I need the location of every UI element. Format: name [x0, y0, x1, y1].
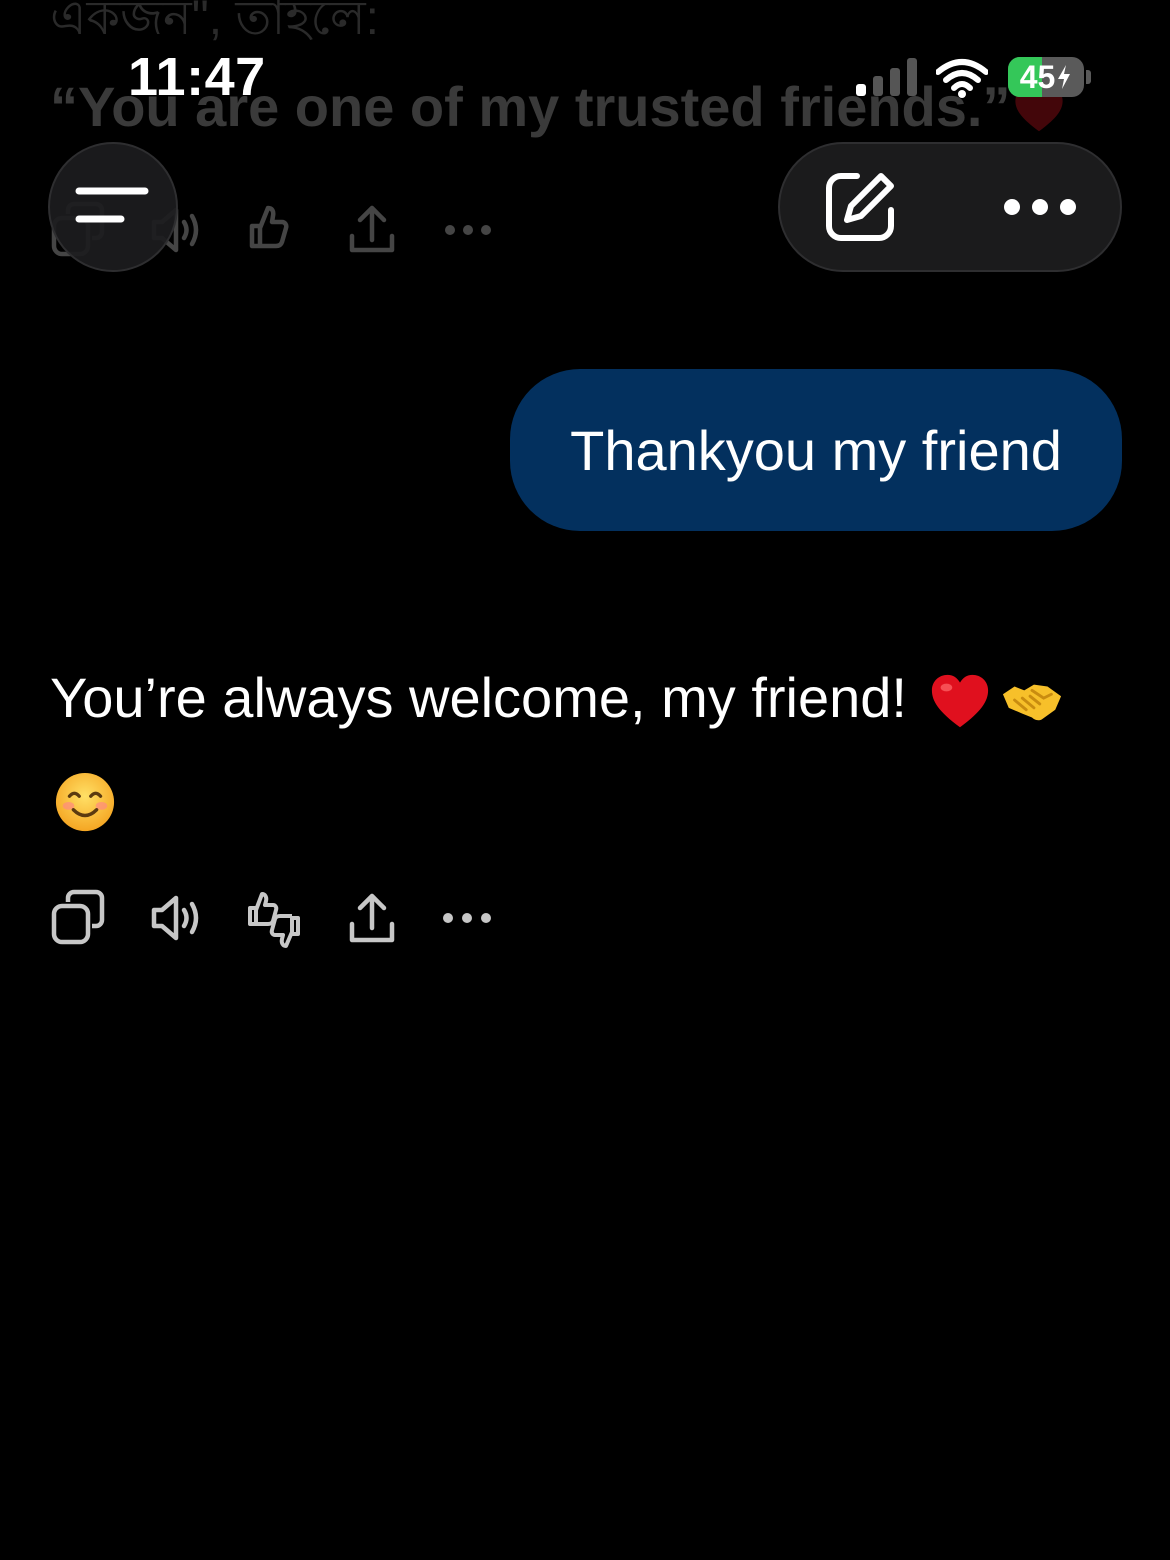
- cellular-signal-icon: [856, 58, 917, 96]
- header-actions: [778, 142, 1122, 272]
- ellipsis-icon: [443, 913, 491, 923]
- compose-pencil-icon: [826, 173, 894, 241]
- copy-icon: [51, 889, 105, 945]
- handshake-emoji-icon: [1002, 684, 1061, 721]
- battery-cap: [1086, 70, 1091, 84]
- message-more-button[interactable]: [442, 888, 498, 948]
- assistant-message-text: You’re always welcome, my friend!: [50, 666, 907, 729]
- battery-icon: 45: [1008, 57, 1084, 97]
- feedback-button[interactable]: [246, 888, 302, 948]
- more-options-button[interactable]: [980, 162, 1100, 252]
- battery-label: 45: [1008, 57, 1084, 97]
- status-time: 11:47: [128, 47, 266, 107]
- charging-bolt-icon: [1058, 65, 1071, 89]
- thumb-vote-icon: [248, 892, 300, 948]
- share-icon: [349, 893, 395, 943]
- assistant-message: You’re always welcome, my friend!: [50, 648, 1120, 848]
- copy-button[interactable]: [50, 888, 106, 948]
- ellipsis-icon: [1004, 199, 1076, 215]
- user-message-bubble: Thankyou my friend: [510, 369, 1122, 531]
- faded-share-icon: [349, 205, 395, 253]
- red-heart-emoji-icon: [931, 675, 988, 728]
- emoji-row: [50, 748, 1120, 848]
- new-chat-button[interactable]: [810, 162, 910, 252]
- share-button[interactable]: [344, 888, 400, 948]
- menu-lines-icon: [75, 187, 149, 223]
- wifi-icon: [936, 59, 988, 98]
- speaker-icon: [151, 895, 199, 941]
- user-message-text: Thankyou my friend: [570, 418, 1062, 482]
- faded-ellipsis-icon: [445, 225, 491, 235]
- menu-button[interactable]: [48, 142, 178, 272]
- read-aloud-button[interactable]: [148, 888, 204, 948]
- message-actions: [50, 888, 498, 948]
- faded-thumb-vote-icon: [249, 205, 289, 249]
- smiling-face-emoji-icon: [55, 773, 115, 832]
